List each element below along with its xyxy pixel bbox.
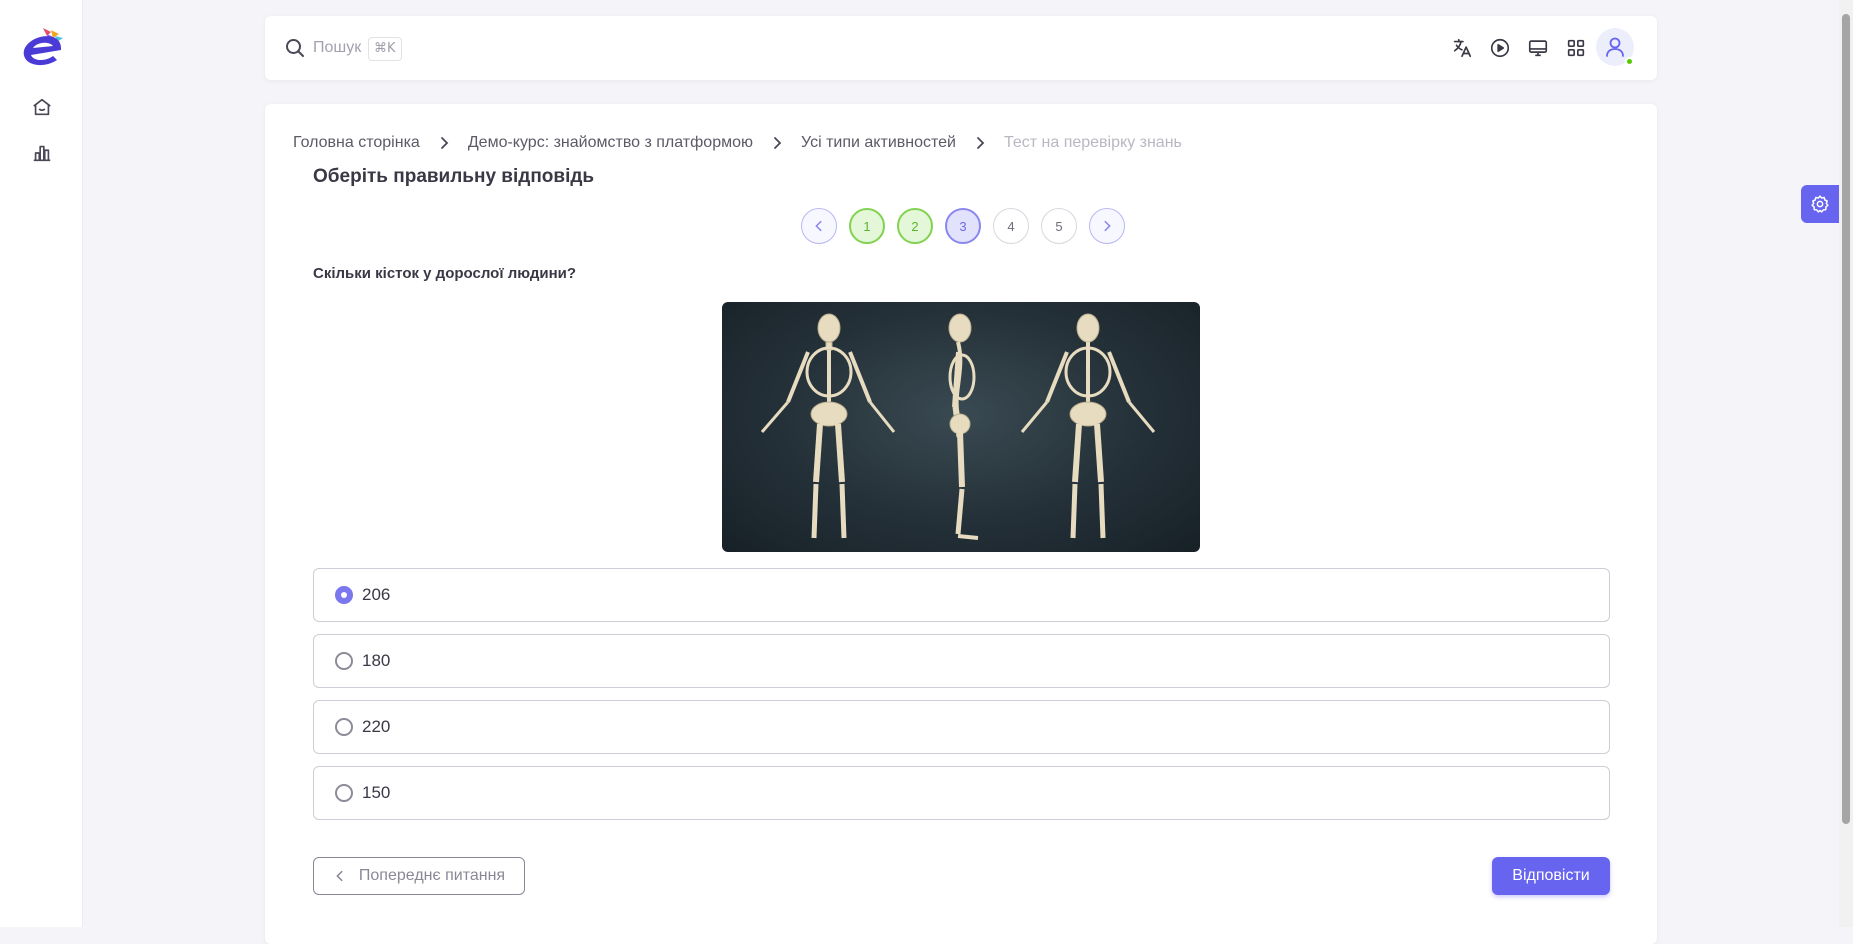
pager-next-button[interactable] xyxy=(1089,208,1125,244)
chevron-right-icon xyxy=(1104,220,1111,232)
question-text: Скільки кісток у дорослої людини? xyxy=(313,265,577,282)
user-icon xyxy=(1606,37,1624,57)
search-input[interactable] xyxy=(313,35,373,61)
play-icon[interactable] xyxy=(1488,36,1512,60)
pager-page-3[interactable]: 3 xyxy=(945,208,981,244)
home-icon[interactable] xyxy=(30,95,54,119)
breadcrumb-course[interactable]: Демо-курс: знайомство з платформою xyxy=(468,134,753,152)
chevron-left-icon xyxy=(815,220,822,232)
breadcrumb-current: Тест на перевірку знань xyxy=(1003,134,1182,151)
answer-label-3: 220 xyxy=(362,717,391,736)
answer-label-2: 180 xyxy=(362,651,391,670)
gear-icon xyxy=(1811,195,1829,213)
chevron-right-icon xyxy=(956,135,1004,151)
search-icon[interactable] xyxy=(283,36,307,60)
answer-radio-3[interactable] xyxy=(335,718,353,736)
settings-button[interactable] xyxy=(1801,185,1839,223)
monitor-icon[interactable] xyxy=(1526,36,1550,60)
pager-page-2[interactable]: 2 xyxy=(897,208,933,244)
pager-page-5[interactable]: 5 xyxy=(1041,208,1077,244)
answer-radio-2[interactable] xyxy=(335,652,353,670)
answer-radio-1[interactable] xyxy=(335,586,353,604)
top-navbar: ⌘K xyxy=(265,16,1657,80)
online-status-indicator xyxy=(1625,57,1634,66)
grid-icon[interactable] xyxy=(1564,36,1588,60)
skeleton-image xyxy=(722,302,1200,552)
chevron-right-icon xyxy=(753,135,801,151)
answer-option-1[interactable]: 206 xyxy=(313,568,1610,622)
page-title: Оберіть правильну відповідь xyxy=(313,166,595,187)
translate-icon[interactable] xyxy=(1450,36,1474,60)
search-shortcut-hint: ⌘K xyxy=(368,37,402,61)
answer-label-4: 150 xyxy=(362,783,391,802)
pager-prev-button[interactable] xyxy=(801,208,837,244)
breadcrumb-activities[interactable]: Усі типи активностей xyxy=(801,134,956,152)
previous-question-label: Попереднє питання xyxy=(358,867,506,884)
pager-page-1[interactable]: 1 xyxy=(849,208,885,244)
chevron-right-icon xyxy=(420,135,468,151)
quiz-card: Головна сторінка Демо-курс: знайомство з… xyxy=(265,104,1657,944)
pager-page-4[interactable]: 4 xyxy=(993,208,1029,244)
answer-radio-4[interactable] xyxy=(335,784,353,802)
previous-question-button[interactable]: Попереднє питання xyxy=(313,857,525,895)
chevron-left-icon xyxy=(336,870,343,882)
answer-option-2[interactable]: 180 xyxy=(313,634,1610,688)
breadcrumb: Головна сторінка Демо-курс: знайомство з… xyxy=(293,128,1182,158)
sidebar xyxy=(0,0,83,927)
scrollbar-thumb[interactable] xyxy=(1842,14,1850,824)
answer-option-4[interactable]: 150 xyxy=(313,766,1610,820)
breadcrumb-home[interactable]: Головна сторінка xyxy=(293,134,420,152)
question-pager: 1 2 3 4 5 xyxy=(801,208,1137,244)
submit-answer-button[interactable]: Відповісти xyxy=(1492,857,1610,895)
page-scrollbar[interactable] xyxy=(1839,0,1853,927)
stats-icon[interactable] xyxy=(30,141,54,165)
answer-option-3[interactable]: 220 xyxy=(313,700,1610,754)
brand-logo[interactable] xyxy=(17,24,67,70)
answer-label-1: 206 xyxy=(362,585,391,604)
